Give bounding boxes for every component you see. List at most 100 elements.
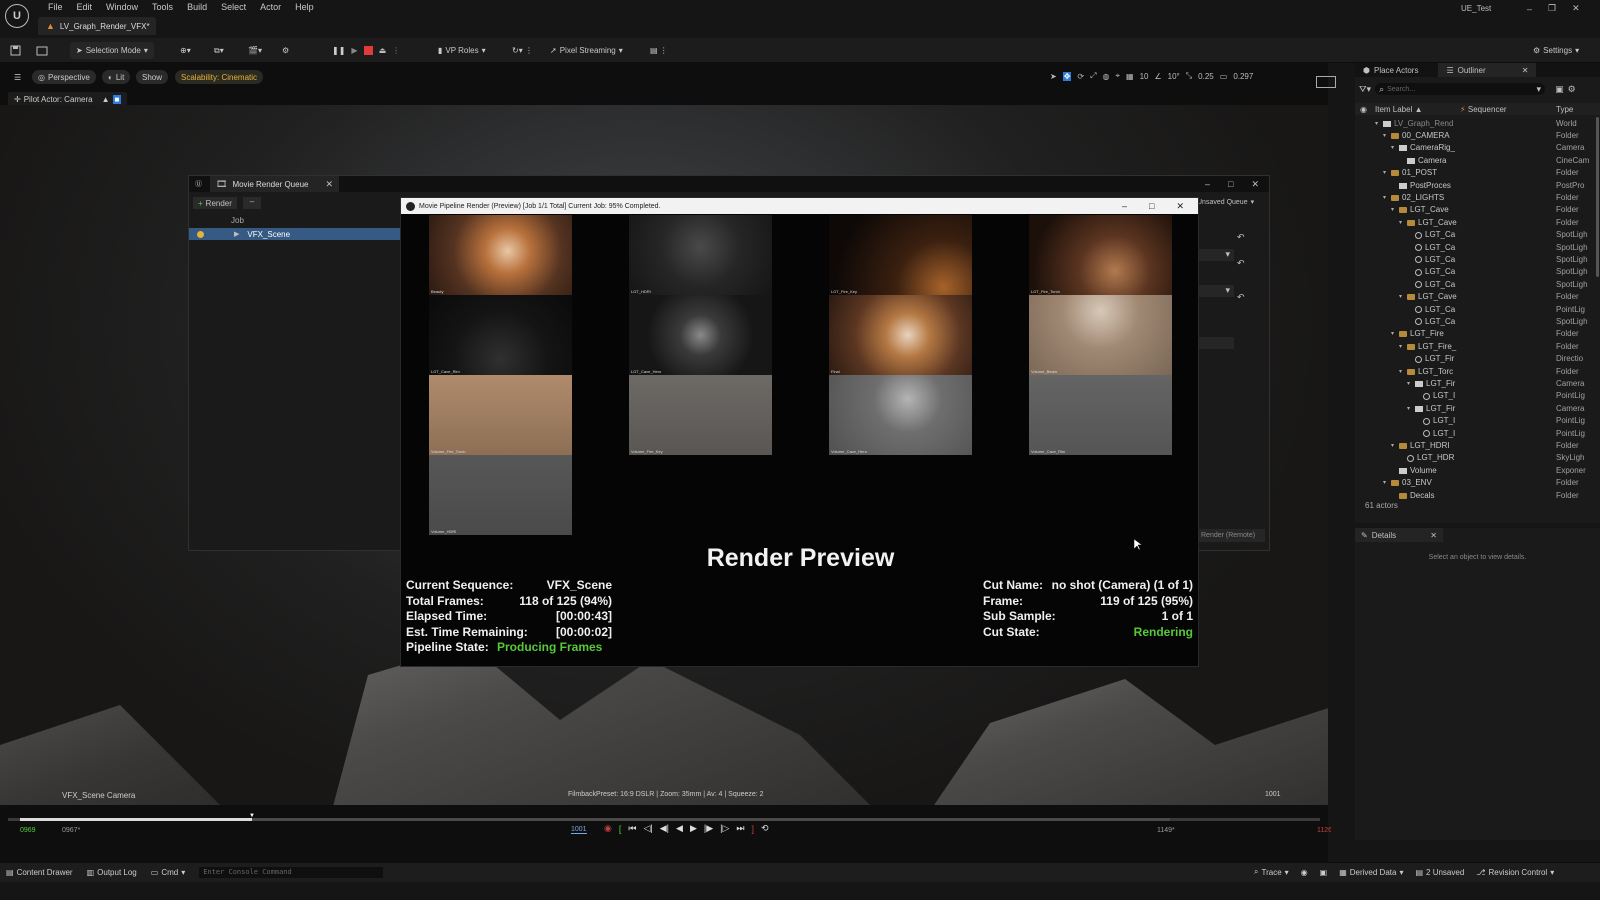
resume-icon[interactable]: ▶	[351, 46, 357, 55]
visibility-header-icon[interactable]: ◉	[1360, 105, 1367, 114]
menu-tools[interactable]: Tools	[145, 3, 180, 12]
perspective-button[interactable]: ◎ Perspective	[32, 70, 96, 84]
item-label-header[interactable]: Item Label ▲	[1375, 105, 1423, 114]
outliner-row[interactable]: LGT_I PointLig	[1355, 390, 1600, 402]
settings-button[interactable]: ⚙ Settings ▾	[1533, 42, 1579, 59]
outliner-row[interactable]: ▾ LGT_Fir Camera	[1355, 377, 1600, 389]
outliner-row[interactable]: ▾ 00_CAMERA Folder	[1355, 129, 1600, 141]
outliner-row[interactable]: LGT_I PointLig	[1355, 427, 1600, 439]
go-start-icon[interactable]: ⏮	[628, 823, 636, 834]
menu-window[interactable]: Window	[99, 3, 145, 12]
outliner-row[interactable]: ▾ LGT_Torc Folder	[1355, 365, 1600, 377]
set-end-icon[interactable]: ]	[752, 824, 755, 834]
playhead-icon[interactable]: ▼	[249, 813, 255, 819]
unreal-logo-icon[interactable]: U	[5, 4, 29, 28]
tab-outliner[interactable]: ☰ Outliner ✕	[1438, 63, 1537, 77]
expand-arrow-icon[interactable]: ▾	[1383, 132, 1386, 139]
outliner-row[interactable]: ▾ LGT_HDRI Folder	[1355, 439, 1600, 451]
details-close-icon[interactable]: ✕	[1430, 531, 1437, 540]
current-frame[interactable]: 1001	[571, 826, 587, 834]
cmd-dropdown[interactable]: ▭ Cmd ▾	[151, 868, 185, 877]
output-log-button[interactable]: ▥ Output Log	[87, 868, 137, 877]
outliner-settings-icon[interactable]: ⚙	[1568, 84, 1576, 95]
add-folder-icon[interactable]: ▣	[1555, 84, 1564, 95]
expand-arrow-icon[interactable]: ▾	[1391, 330, 1394, 337]
cinematics-icon[interactable]: 🎬▾	[248, 42, 262, 59]
expand-arrow-icon[interactable]: ▾	[1407, 380, 1410, 387]
menu-edit[interactable]: Edit	[70, 3, 100, 12]
outliner-row[interactable]: LGT_Ca SpotLigh	[1355, 266, 1600, 278]
tab-details[interactable]: ✎ Details ✕	[1355, 528, 1443, 542]
scale-snap-icon[interactable]: ⤡	[1186, 71, 1192, 81]
outliner-row[interactable]: Decals Folder	[1355, 489, 1600, 501]
outliner-row[interactable]: LGT_HDR SkyLigh	[1355, 452, 1600, 464]
preview-close-icon[interactable]: ✕	[1176, 201, 1184, 212]
reset-icon-1[interactable]: ↶	[1237, 232, 1245, 243]
mrq-tab-close-icon[interactable]: ✕	[325, 179, 333, 190]
type-header[interactable]: Type	[1556, 105, 1573, 114]
outliner-row[interactable]: ▾ 02_LIGHTS Folder	[1355, 191, 1600, 203]
go-end-icon[interactable]: ⏭	[736, 823, 744, 834]
outliner-row[interactable]: Camera CineCam	[1355, 154, 1600, 166]
end-frame-red[interactable]: 1126	[1317, 827, 1331, 834]
maximize-icon[interactable]: ❐	[1548, 3, 1556, 14]
surface-snap-icon[interactable]: ⌖	[1116, 71, 1121, 81]
expand-arrow-icon[interactable]: ▾	[1399, 219, 1402, 226]
play-icon[interactable]: ▶	[690, 823, 697, 834]
pixel-streaming-dropdown[interactable]: ➚ Pixel Streaming ▾	[550, 42, 623, 59]
minimize-icon[interactable]: –	[1527, 4, 1532, 14]
outliner-row[interactable]: PostProces PostPro	[1355, 179, 1600, 191]
grid-snap-value[interactable]: 10	[1140, 72, 1149, 81]
scalability-badge[interactable]: Scalability: Cinematic	[175, 70, 264, 84]
outliner-row[interactable]: LGT_Fir Directio	[1355, 353, 1600, 365]
outliner-row[interactable]: Volume Exponer	[1355, 464, 1600, 476]
preview-minimize-icon[interactable]: –	[1122, 201, 1127, 211]
expand-arrow-icon[interactable]: ▾	[1391, 144, 1394, 151]
end-frame[interactable]: 1149*	[1157, 827, 1175, 834]
mrq-minimize-icon[interactable]: –	[1205, 179, 1210, 189]
camera-speed-icon[interactable]: ▭	[1220, 72, 1228, 81]
browse-icon[interactable]	[36, 42, 48, 59]
expand-arrow-icon[interactable]: ▾	[1383, 479, 1386, 486]
lit-button[interactable]: ◐ Lit	[102, 70, 131, 84]
lock-icon[interactable]: ▲	[102, 95, 110, 104]
outliner-scrollbar[interactable]	[1596, 117, 1599, 277]
blueprint-icon[interactable]: ⧉▾	[214, 42, 224, 59]
grid-snap-icon[interactable]: ▦	[1126, 72, 1134, 81]
expand-arrow-icon[interactable]: ▾	[1399, 293, 1402, 300]
menu-select[interactable]: Select	[214, 3, 253, 12]
outliner-row[interactable]: ▾ LGT_Cave Folder	[1355, 204, 1600, 216]
menu-file[interactable]: File	[41, 3, 70, 12]
modes-icon[interactable]: ⚙	[282, 42, 289, 59]
camera-toggle-icon[interactable]: ■	[112, 94, 122, 104]
setting-dropdown-2[interactable]: ▾	[1199, 285, 1234, 297]
more-icon[interactable]: ⋮	[392, 46, 400, 55]
reset-icon-3[interactable]: ↶	[1237, 292, 1245, 303]
derived-data-dropdown[interactable]: ▦ Derived Data ▾	[1339, 868, 1403, 877]
mrq-add-render-button[interactable]: + Render	[193, 197, 237, 209]
outliner-row[interactable]: LGT_Ca SpotLigh	[1355, 241, 1600, 253]
outliner-row[interactable]: ▾ LGT_Fire Folder	[1355, 328, 1600, 340]
hamburger-icon[interactable]: ☰	[8, 70, 27, 84]
stop-icon[interactable]	[363, 46, 373, 55]
setting-field[interactable]	[1199, 337, 1234, 349]
expand-arrow-icon[interactable]: ▾	[1375, 120, 1378, 127]
outliner-row[interactable]: LGT_Ca PointLig	[1355, 303, 1600, 315]
outliner-row[interactable]: ▾ CameraRig_ Camera	[1355, 142, 1600, 154]
camera-speed-value[interactable]: 0.297	[1233, 72, 1253, 81]
history-icon[interactable]: ↻▾ ⋮	[512, 42, 533, 59]
move-tool-icon[interactable]: ✥	[1062, 71, 1072, 81]
revision-control-dropdown[interactable]: ⎇ Revision Control ▾	[1476, 868, 1554, 877]
sequencer-header[interactable]: ⚡ Sequencer	[1460, 105, 1507, 114]
reset-icon-2[interactable]: ↶	[1237, 258, 1245, 269]
loop-icon[interactable]: ⟲	[761, 823, 769, 834]
select-tool-icon[interactable]: ➤	[1050, 72, 1057, 81]
scale-snap-value[interactable]: 0.25	[1198, 72, 1214, 81]
set-start-icon[interactable]: [	[619, 824, 622, 834]
console-input[interactable]: Enter Console Command	[199, 867, 384, 878]
add-actor-icon[interactable]: ⊕▾	[180, 42, 191, 59]
record-status-icon[interactable]: ◉	[1301, 868, 1308, 877]
expand-arrow-icon[interactable]: ▶	[234, 230, 239, 238]
tab-place-actors[interactable]: ⬢ Place Actors	[1355, 63, 1426, 77]
outliner-row[interactable]: LGT_Ca SpotLigh	[1355, 315, 1600, 327]
